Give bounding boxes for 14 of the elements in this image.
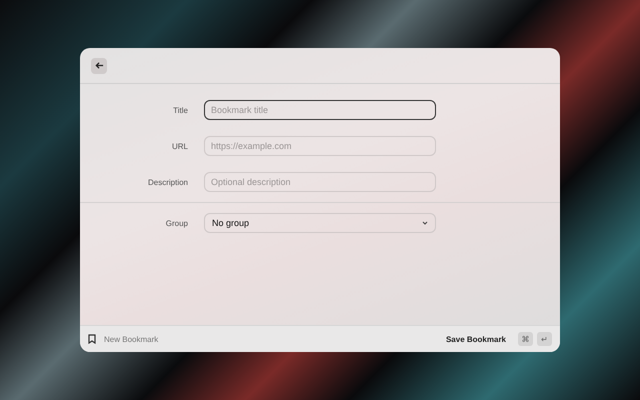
shortcut-key: ↵ [537,332,552,346]
input-field[interactable]: Bookmark title [204,100,436,120]
field-label: URL [170,142,188,150]
save-button[interactable]: Save Bookmark [442,334,510,344]
back-arrow-icon [94,61,104,70]
footer-title: New Bookmark [104,334,160,344]
shortcut-key: ⌘ [518,332,533,346]
back-button[interactable] [91,58,107,74]
chevron-down-icon [422,221,428,225]
field-label: Description [146,178,188,186]
group-dropdown[interactable]: No group [204,213,436,233]
field-label: Group [164,218,188,228]
bookmark-icon [88,334,96,344]
field-label: Title [172,106,188,114]
